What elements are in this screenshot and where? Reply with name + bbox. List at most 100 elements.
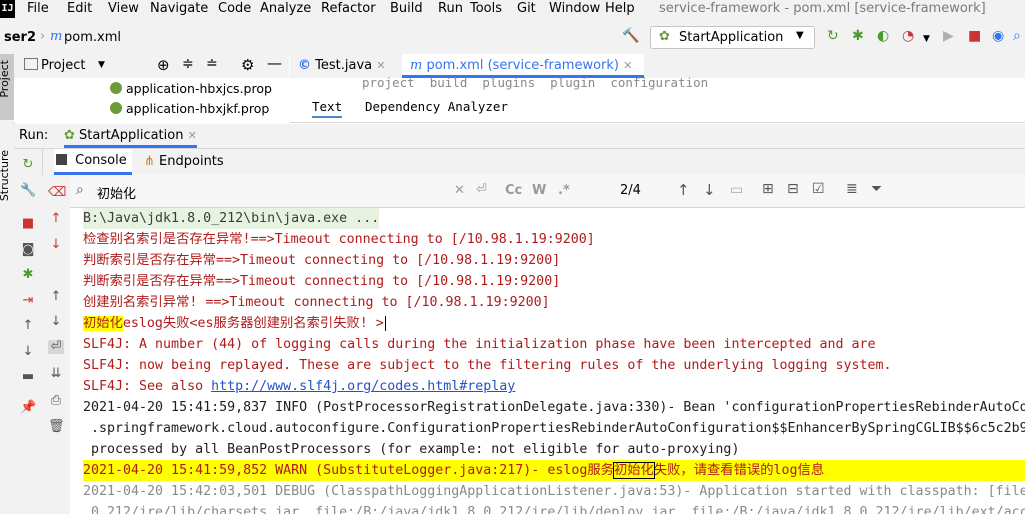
tab-console[interactable]: Console	[54, 149, 132, 175]
menu-run[interactable]: Run	[438, 1, 463, 16]
menu-code[interactable]: Code	[218, 1, 251, 16]
console-icon	[56, 154, 67, 165]
menu-file[interactable]: File	[27, 1, 49, 16]
project-file-list: application-hbxjcs.prop application-hbxj…	[14, 78, 289, 122]
search-input[interactable]: 初始化	[97, 183, 136, 202]
new-line-icon[interactable]: ⏎	[476, 182, 487, 197]
remove-selection-icon[interactable]: ⊟	[787, 181, 799, 197]
chevron-down-icon[interactable]: ▼	[923, 31, 930, 47]
menu-navigate[interactable]: Navigate	[150, 1, 208, 16]
close-icon[interactable]: ✕	[188, 129, 197, 142]
menu-git[interactable]: Git	[517, 1, 536, 16]
layout-icon[interactable]: ▬	[20, 370, 36, 384]
editor-area[interactable]: project build plugins plugin configurati…	[290, 75, 1025, 123]
add-selection-icon[interactable]: ⊞	[762, 181, 774, 197]
profile-icon[interactable]: ◔	[902, 28, 914, 44]
console-text: 检查别名索引是否存在异常!==>Timeout connecting to [/…	[83, 232, 595, 247]
subtab-dependency-analyzer[interactable]: Dependency Analyzer	[365, 99, 508, 114]
project-tool-label[interactable]: Project	[0, 60, 11, 98]
console-link[interactable]: http://www.slf4j.org/codes.html#replay	[211, 379, 515, 394]
debug-icon[interactable]: ✱	[20, 268, 36, 282]
down-arrow-icon[interactable]: ↓	[20, 345, 36, 359]
collapse-all-icon[interactable]: ≐	[206, 56, 218, 72]
breadcrumb-file[interactable]: pom.xml	[64, 30, 121, 45]
debug-icon[interactable]: ✱	[852, 28, 864, 44]
search-icon[interactable]: ⌕	[76, 182, 84, 198]
next-match-icon[interactable]: ↓	[703, 181, 716, 199]
app-logo-icon[interactable]: IJ	[0, 0, 15, 18]
print-icon[interactable]: ⎙	[48, 394, 64, 408]
select-all-matches-icon[interactable]: ☑	[812, 181, 825, 197]
run-icon[interactable]: ▶	[943, 28, 954, 44]
close-icon[interactable]: ✕	[376, 59, 385, 72]
select-all-occurrences-icon[interactable]: ▭	[730, 182, 743, 198]
subtab-text[interactable]: Text	[312, 99, 343, 118]
pin-icon[interactable]: 📌	[20, 401, 36, 415]
help-icon[interactable]: ◉	[992, 28, 1004, 44]
modify-config-icon[interactable]: 🔧	[20, 184, 36, 198]
structure-tool-label[interactable]: Structure	[0, 150, 11, 201]
chevron-down-icon[interactable]: ▼	[98, 60, 105, 70]
trash-icon[interactable]: 🗑	[48, 420, 65, 434]
xml-breadcrumbs[interactable]: project build plugins plugin configurati…	[362, 75, 708, 90]
down-stack-icon[interactable]: ↓	[48, 315, 64, 329]
coverage-icon[interactable]: ◐	[877, 28, 889, 44]
list-item[interactable]: application-hbxjcs.prop	[110, 81, 272, 96]
console-line: SLF4J: See also http://www.slf4j.org/cod…	[83, 376, 515, 397]
up-stack-icon[interactable]: ↑	[48, 290, 64, 304]
previous-match-icon[interactable]: ↑	[677, 181, 690, 199]
minimize-icon[interactable]: —	[267, 54, 282, 72]
menu-tools[interactable]: Tools	[470, 1, 502, 16]
gear-icon[interactable]: ⚙	[241, 56, 254, 74]
soft-wrap-icon[interactable]: ⏎	[48, 340, 64, 354]
menu-analyze[interactable]: Analyze	[260, 1, 311, 16]
clear-icon[interactable]: ⌫	[48, 186, 66, 200]
search-everywhere-icon[interactable]: ⌕	[1013, 28, 1021, 44]
up-arrow-icon[interactable]: ↑	[20, 319, 36, 333]
tab-label: Test.java	[315, 58, 373, 73]
rerun-icon[interactable]: ↻	[20, 158, 36, 172]
regex-toggle[interactable]: .*	[558, 183, 570, 198]
console-text: SLF4J: now being replayed. These are sub…	[83, 358, 892, 373]
list-item[interactable]: application-hbxjkf.prop	[110, 101, 269, 116]
console-toolbar: ⌫ ↑ ↓ ↑ ↓ ⏎ ⇊ ⎙ 🗑	[42, 175, 71, 514]
locate-icon[interactable]: ⊕	[157, 56, 170, 74]
menu-window[interactable]: Window	[549, 1, 600, 16]
exit-icon[interactable]: ⇥	[20, 294, 36, 308]
close-icon[interactable]: ✕	[623, 59, 632, 72]
scroll-to-end-icon[interactable]: ⇊	[48, 367, 64, 381]
next-occurrence-icon[interactable]: ↓	[48, 238, 64, 252]
match-case-toggle[interactable]: Cc	[505, 183, 522, 198]
filter-icon[interactable]: ⏷	[871, 181, 882, 197]
camera-icon[interactable]: ◙	[20, 243, 36, 257]
rerun-icon[interactable]: ↻	[827, 28, 839, 44]
menu-help[interactable]: Help	[605, 1, 635, 16]
menu-edit[interactable]: Edit	[67, 1, 92, 16]
stop-icon[interactable]: ■	[20, 217, 36, 231]
menu-view[interactable]: View	[108, 1, 139, 16]
whole-word-toggle[interactable]: W	[532, 183, 546, 198]
filter-lines-icon[interactable]: ≣	[846, 181, 858, 197]
tab-label: Console	[75, 153, 127, 168]
stop-icon[interactable]: ■	[968, 28, 981, 44]
console-text: 失败，请查看错误的log信息	[653, 463, 825, 478]
run-toolbar: ↻ 🔧 ■ ◙ ✱ ⇥ ↑ ↓ ▬ 📌	[14, 149, 43, 514]
run-panel-header: Run: ✿ StartApplication ✕	[14, 124, 1025, 149]
previous-occurrence-icon[interactable]: ↑	[48, 212, 64, 226]
spring-leaf-icon: ✿	[64, 128, 75, 143]
run-configuration-selector[interactable]: ✿ StartApplication ▼	[650, 26, 815, 49]
tab-endpoints[interactable]: ⋔ Endpoints	[144, 149, 224, 175]
clear-search-icon[interactable]: ✕	[454, 183, 465, 198]
console-text: 2021-04-20 15:41:59,852 WARN (Substitute…	[83, 463, 614, 478]
console-text: 判断索引是否存在异常==>Timeout connecting to [/10.…	[83, 253, 561, 268]
expand-all-icon[interactable]: ≑	[182, 56, 194, 72]
console-text: 判断索引是否存在异常==>Timeout connecting to [/10.…	[83, 274, 561, 289]
build-hammer-icon[interactable]: 🔨	[622, 28, 639, 44]
menu-refactor[interactable]: Refactor	[321, 1, 376, 16]
breadcrumb-project[interactable]: ser2	[4, 30, 36, 45]
project-view-selector[interactable]: Project	[41, 58, 85, 73]
console-output[interactable]: B:\Java\jdk1.8.0_212\bin\java.exe ... 检查别…	[70, 208, 1025, 514]
menu-build[interactable]: Build	[390, 1, 423, 16]
console-line: SLF4J: A number (44) of logging calls du…	[83, 334, 876, 355]
run-tab-startapplication[interactable]: ✿ StartApplication ✕	[64, 124, 197, 148]
